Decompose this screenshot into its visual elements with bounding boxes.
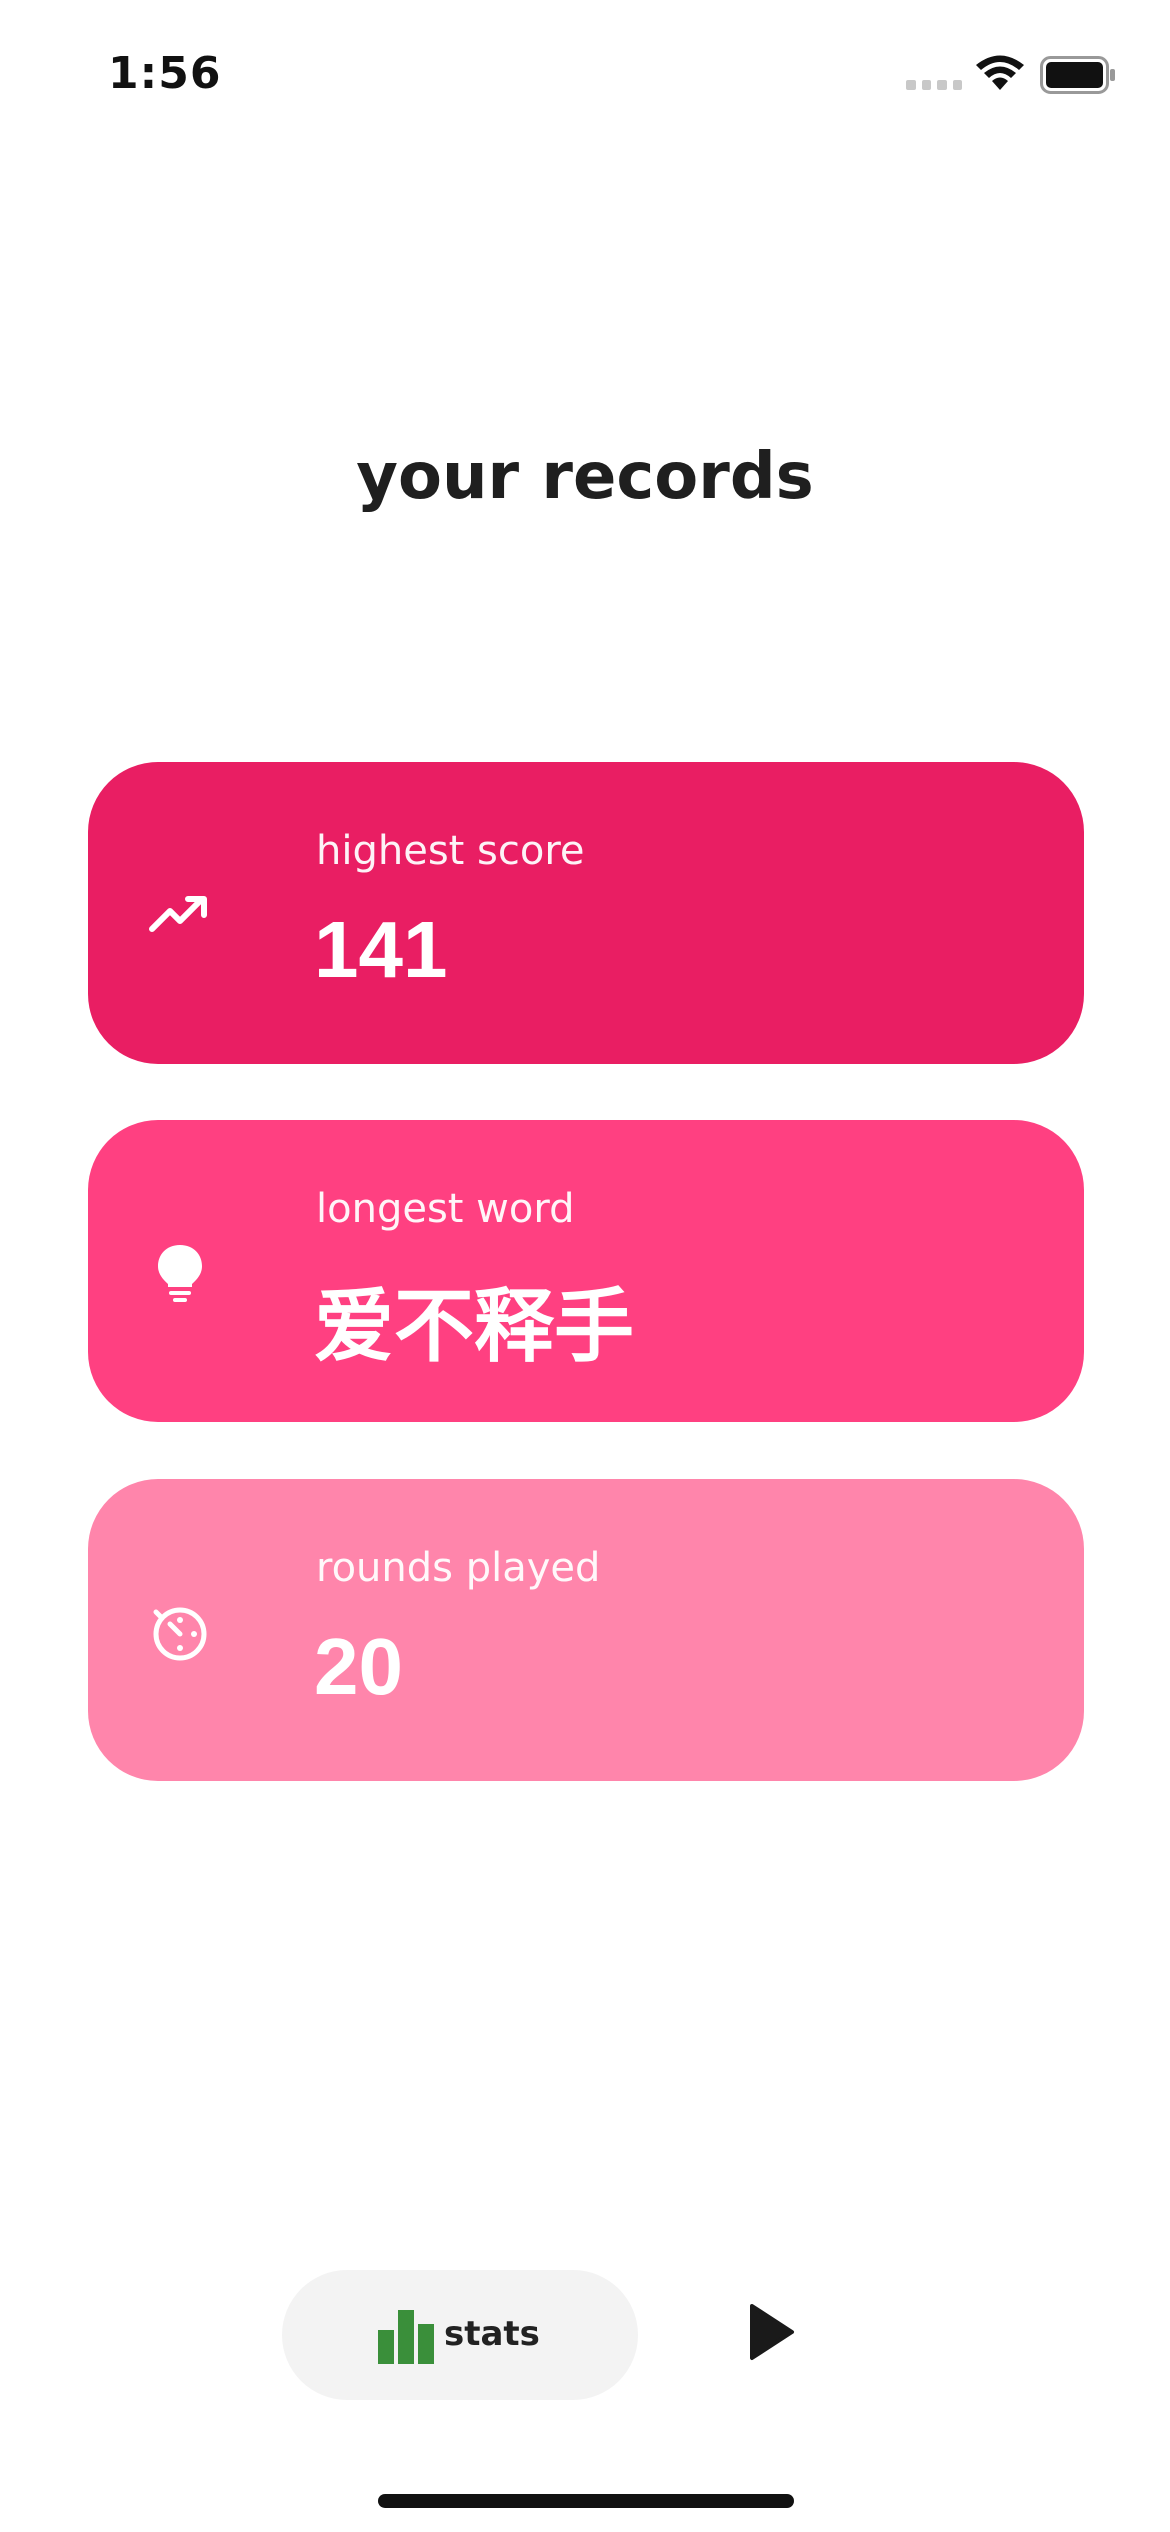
stats-tab-button[interactable]: stats — [282, 2270, 638, 2400]
longest-word-card: longest word 爱不释手 — [88, 1120, 1084, 1422]
wifi-icon — [976, 55, 1024, 90]
bar-chart-icon — [378, 2310, 434, 2364]
cellular-signal-icon — [906, 80, 962, 90]
card-value: 20 — [314, 1622, 403, 1711]
status-time: 1:56 — [108, 48, 222, 99]
play-icon[interactable] — [740, 2300, 800, 2364]
timer-icon — [153, 1607, 207, 1661]
home-indicator[interactable] — [378, 2494, 794, 2508]
card-label: longest word — [316, 1186, 575, 1232]
page-title: your records — [356, 440, 814, 514]
battery-icon — [1040, 56, 1115, 94]
card-value: 141 — [314, 905, 448, 994]
card-label: rounds played — [316, 1545, 601, 1591]
trending-up-icon — [149, 896, 207, 932]
status-bar: 1:56 — [0, 0, 1170, 150]
highest-score-card: highest score 141 — [88, 762, 1084, 1064]
card-label: highest score — [316, 828, 585, 874]
card-value: 爱不释手 — [314, 1282, 634, 1371]
rounds-played-card: rounds played 20 — [88, 1479, 1084, 1781]
stats-tab-label: stats — [444, 2314, 540, 2354]
lightbulb-icon — [158, 1245, 202, 1302]
